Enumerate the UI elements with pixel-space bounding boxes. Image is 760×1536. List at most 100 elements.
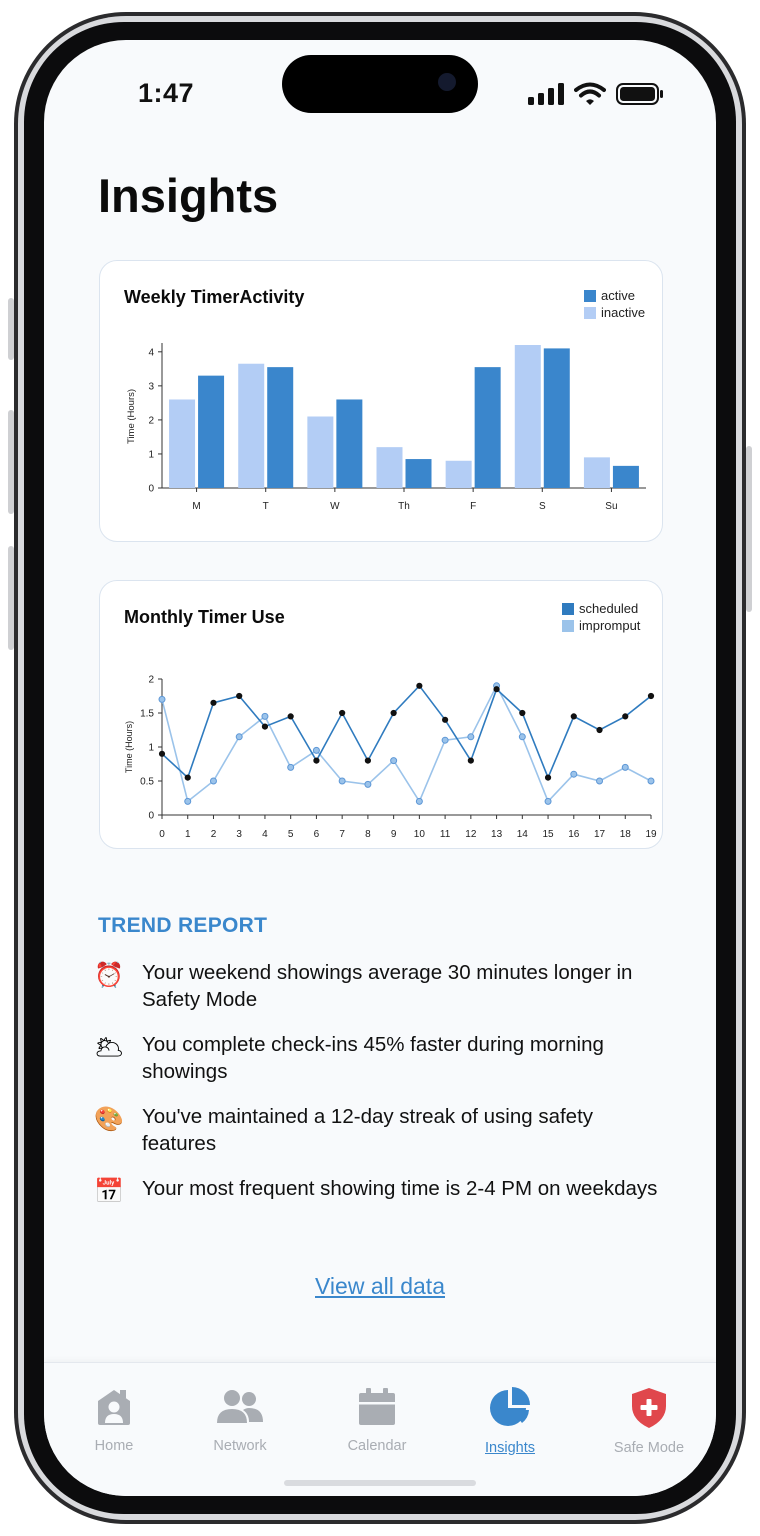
point-impromput	[621, 763, 629, 771]
x-tick-label: 13	[491, 829, 503, 840]
x-tick-label: F	[470, 501, 476, 512]
dynamic-island	[282, 55, 478, 113]
bar-active	[336, 399, 363, 488]
point-impromput	[647, 777, 655, 785]
point-scheduled	[647, 692, 655, 700]
point-impromput	[209, 777, 217, 785]
x-tick-label: 0	[159, 829, 165, 840]
tab-home[interactable]: Home	[54, 1387, 174, 1454]
point-scheduled	[158, 750, 166, 757]
y-tick-label: 0.5	[140, 777, 154, 788]
point-scheduled	[467, 757, 474, 764]
bar-active	[474, 367, 501, 488]
home-icon	[98, 1390, 130, 1425]
x-tick-label: 6	[314, 829, 320, 840]
screen: 1:47 Insights Weekly TimerActivity activ…	[44, 40, 716, 1496]
tab-safe-mode[interactable]: Safe Mode	[589, 1387, 709, 1456]
tab-label: Calendar	[347, 1438, 407, 1454]
alarm-clock-icon: ⏰	[94, 962, 124, 989]
tab-label: Safe Mode	[613, 1440, 685, 1456]
y-tick-label: 4	[148, 347, 154, 358]
x-tick-label: 1	[185, 829, 191, 840]
x-tick-label: 10	[414, 829, 426, 840]
y-axis-label: Time (Hours)	[126, 389, 137, 444]
point-impromput	[467, 733, 475, 741]
point-scheduled	[493, 686, 500, 693]
wifi-icon	[574, 82, 606, 105]
point-impromput	[596, 777, 604, 785]
point-impromput	[415, 797, 423, 805]
point-impromput	[390, 757, 398, 765]
x-tick-label: 17	[594, 829, 606, 840]
y-axis-label: Time (Hours)	[124, 721, 134, 773]
y-tick-label: 1.5	[140, 709, 154, 720]
weekly-activity-card: Weekly TimerActivity active inactive 012…	[99, 260, 663, 542]
bar-inactive	[514, 345, 541, 488]
y-tick-label: 1	[148, 449, 154, 460]
x-tick-label: 12	[465, 829, 477, 840]
status-icons	[528, 82, 664, 106]
x-tick-label: 16	[568, 829, 580, 840]
x-tick-label: 3	[236, 829, 242, 840]
x-tick-label: 11	[440, 829, 451, 840]
tab-network[interactable]: Network	[180, 1387, 300, 1454]
line-scheduled	[161, 684, 652, 780]
point-scheduled	[236, 692, 243, 700]
bar-active	[267, 367, 294, 488]
y-tick-label: 0	[148, 484, 154, 495]
x-tick-label: T	[263, 501, 269, 512]
bar-active	[405, 459, 432, 488]
x-tick-label: M	[192, 501, 200, 512]
point-impromput	[184, 797, 192, 805]
trend-item-text: You've maintained a 12-day streak of usi…	[142, 1105, 594, 1155]
point-impromput	[441, 736, 449, 744]
x-tick-label: 19	[645, 829, 657, 840]
point-scheduled	[313, 757, 320, 764]
point-impromput	[287, 763, 295, 771]
point-impromput	[158, 695, 166, 703]
home-indicator	[284, 1480, 476, 1486]
x-tick-label: 4	[262, 829, 268, 840]
x-tick-label: 7	[339, 829, 345, 840]
point-scheduled	[596, 726, 603, 734]
page-title: Insights	[98, 169, 279, 222]
point-impromput	[235, 733, 243, 741]
point-scheduled	[544, 774, 552, 781]
y-tick-label: 0	[148, 811, 154, 822]
trend-report-heading: TREND REPORT	[98, 914, 268, 937]
tab-insights[interactable]: Insights	[450, 1387, 570, 1456]
x-tick-label: 8	[365, 829, 371, 840]
point-scheduled	[210, 699, 217, 706]
x-tick-label: 9	[391, 829, 397, 840]
bar-inactive	[583, 457, 610, 488]
tab-bar: Home Network Calendar Insights Safe Mode	[44, 1362, 716, 1496]
monthly-line-chart: 00.511.520 1 2 3 4 5 6 7 8 9 10 11 12 13 14 15 16 17 18 19T…	[124, 675, 657, 841]
point-impromput	[312, 746, 320, 754]
action-button	[8, 298, 14, 360]
point-scheduled	[339, 709, 346, 717]
weekly-bar-chart: 0 1 2 3 4 Time (Hours) M T W Th F S Su	[126, 343, 646, 512]
bar-inactive	[307, 416, 334, 488]
view-all-data-link[interactable]: View all data	[315, 1273, 445, 1299]
point-scheduled	[570, 713, 577, 720]
power-button	[746, 446, 752, 612]
y-tick-label: 2	[148, 415, 154, 426]
tab-label: Network	[213, 1438, 267, 1454]
trend-item: ⏰ Your weekend showings average 30 minut…	[94, 959, 674, 1013]
bar-active	[612, 465, 639, 488]
x-tick-label: 15	[542, 829, 554, 840]
point-impromput	[570, 770, 578, 778]
sun-behind-cloud-icon: 🌥	[94, 1034, 125, 1061]
calendar-icon	[359, 1388, 395, 1425]
artist-palette-icon: 🎨	[94, 1106, 124, 1133]
point-impromput	[518, 733, 526, 741]
calendar-icon: 📅	[94, 1178, 124, 1205]
point-impromput	[338, 777, 346, 785]
bar-inactive	[445, 460, 472, 488]
trend-item: 📅 Your most frequent showing time is 2-4…	[94, 1175, 674, 1206]
view-all-container: View all data	[44, 1273, 716, 1300]
bar-active	[543, 348, 570, 488]
trend-item: 🎨 You've maintained a 12-day streak of u…	[94, 1103, 674, 1157]
x-tick-label: 2	[211, 829, 217, 840]
tab-calendar[interactable]: Calendar	[317, 1387, 437, 1454]
